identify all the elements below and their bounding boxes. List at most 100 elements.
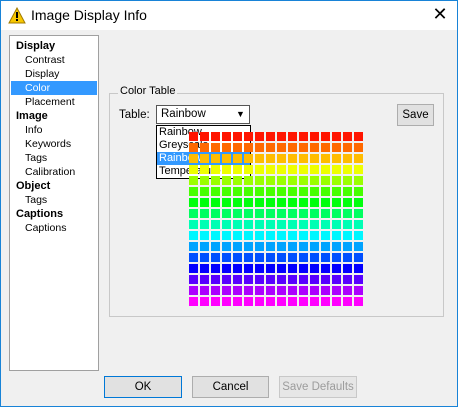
color-swatch[interactable] (211, 231, 220, 240)
color-swatch[interactable] (255, 220, 264, 229)
color-swatch[interactable] (343, 143, 352, 152)
color-swatch[interactable] (299, 297, 308, 306)
color-swatch[interactable] (310, 154, 319, 163)
color-swatch[interactable] (354, 297, 363, 306)
color-swatch[interactable] (277, 154, 286, 163)
color-swatch[interactable] (332, 209, 341, 218)
color-swatch[interactable] (299, 176, 308, 185)
color-swatch[interactable] (343, 275, 352, 284)
color-swatch[interactable] (222, 187, 231, 196)
color-swatch[interactable] (332, 143, 341, 152)
color-swatch[interactable] (222, 198, 231, 207)
color-swatch[interactable] (222, 209, 231, 218)
color-swatch[interactable] (244, 154, 253, 163)
color-swatch[interactable] (321, 275, 330, 284)
color-swatch[interactable] (310, 176, 319, 185)
color-swatch[interactable] (299, 143, 308, 152)
color-swatch[interactable] (266, 286, 275, 295)
color-swatch[interactable] (233, 209, 242, 218)
color-swatch[interactable] (343, 187, 352, 196)
color-swatch[interactable] (233, 143, 242, 152)
sidebar-item[interactable]: Keywords (11, 137, 97, 151)
color-swatch[interactable] (222, 253, 231, 262)
color-swatch[interactable] (200, 253, 209, 262)
color-swatch[interactable] (321, 286, 330, 295)
color-swatch[interactable] (200, 231, 209, 240)
color-swatch[interactable] (222, 165, 231, 174)
color-swatch[interactable] (343, 220, 352, 229)
color-swatch[interactable] (310, 187, 319, 196)
color-swatch[interactable] (266, 275, 275, 284)
color-swatch[interactable] (354, 209, 363, 218)
color-swatch[interactable] (266, 176, 275, 185)
color-swatch[interactable] (189, 297, 198, 306)
color-swatch[interactable] (321, 242, 330, 251)
color-swatch[interactable] (222, 286, 231, 295)
color-swatch[interactable] (233, 220, 242, 229)
color-swatch[interactable] (288, 275, 297, 284)
color-swatch[interactable] (321, 198, 330, 207)
color-swatch[interactable] (222, 242, 231, 251)
color-swatch[interactable] (288, 286, 297, 295)
color-swatch[interactable] (321, 143, 330, 152)
color-swatch[interactable] (310, 132, 319, 141)
color-swatch[interactable] (354, 275, 363, 284)
color-swatch[interactable] (255, 297, 264, 306)
color-swatch[interactable] (354, 264, 363, 273)
color-swatch[interactable] (233, 264, 242, 273)
color-swatch[interactable] (244, 209, 253, 218)
color-swatch[interactable] (200, 176, 209, 185)
color-swatch[interactable] (354, 143, 363, 152)
color-swatch[interactable] (200, 220, 209, 229)
color-swatch[interactable] (211, 253, 220, 262)
color-swatch[interactable] (332, 154, 341, 163)
color-swatch[interactable] (255, 176, 264, 185)
color-swatch[interactable] (266, 154, 275, 163)
color-swatch[interactable] (211, 242, 220, 251)
color-swatch[interactable] (266, 143, 275, 152)
color-swatch[interactable] (277, 231, 286, 240)
color-swatch[interactable] (233, 297, 242, 306)
color-swatch[interactable] (299, 209, 308, 218)
color-swatch[interactable] (354, 242, 363, 251)
color-swatch[interactable] (343, 132, 352, 141)
color-swatch[interactable] (310, 198, 319, 207)
color-swatch[interactable] (288, 198, 297, 207)
color-swatch[interactable] (299, 275, 308, 284)
color-swatch[interactable] (266, 165, 275, 174)
color-swatch[interactable] (233, 286, 242, 295)
color-swatch[interactable] (354, 165, 363, 174)
color-swatch[interactable] (288, 231, 297, 240)
color-swatch[interactable] (189, 209, 198, 218)
color-swatch[interactable] (343, 165, 352, 174)
color-swatch[interactable] (288, 209, 297, 218)
color-swatch[interactable] (266, 209, 275, 218)
color-swatch[interactable] (211, 220, 220, 229)
color-swatch[interactable] (343, 242, 352, 251)
color-swatch[interactable] (189, 231, 198, 240)
color-table-select[interactable]: Rainbow ▼ (156, 105, 250, 124)
color-swatch[interactable] (255, 242, 264, 251)
save-defaults-button[interactable]: Save Defaults (279, 376, 357, 398)
color-swatch[interactable] (321, 154, 330, 163)
color-swatch[interactable] (332, 231, 341, 240)
sidebar-item[interactable]: Contrast (11, 53, 97, 67)
color-swatch[interactable] (255, 143, 264, 152)
color-swatch[interactable] (244, 242, 253, 251)
color-swatch[interactable] (354, 176, 363, 185)
color-swatch[interactable] (189, 143, 198, 152)
color-swatch[interactable] (310, 165, 319, 174)
color-swatch[interactable] (332, 253, 341, 262)
color-swatch[interactable] (200, 275, 209, 284)
color-swatch[interactable] (233, 176, 242, 185)
color-swatch[interactable] (266, 198, 275, 207)
color-swatch[interactable] (255, 187, 264, 196)
color-swatch[interactable] (200, 154, 209, 163)
color-swatch[interactable] (288, 242, 297, 251)
color-swatch[interactable] (255, 165, 264, 174)
color-swatch[interactable] (277, 286, 286, 295)
color-swatch[interactable] (200, 198, 209, 207)
color-swatch[interactable] (244, 132, 253, 141)
color-swatch[interactable] (200, 209, 209, 218)
color-swatch[interactable] (343, 297, 352, 306)
